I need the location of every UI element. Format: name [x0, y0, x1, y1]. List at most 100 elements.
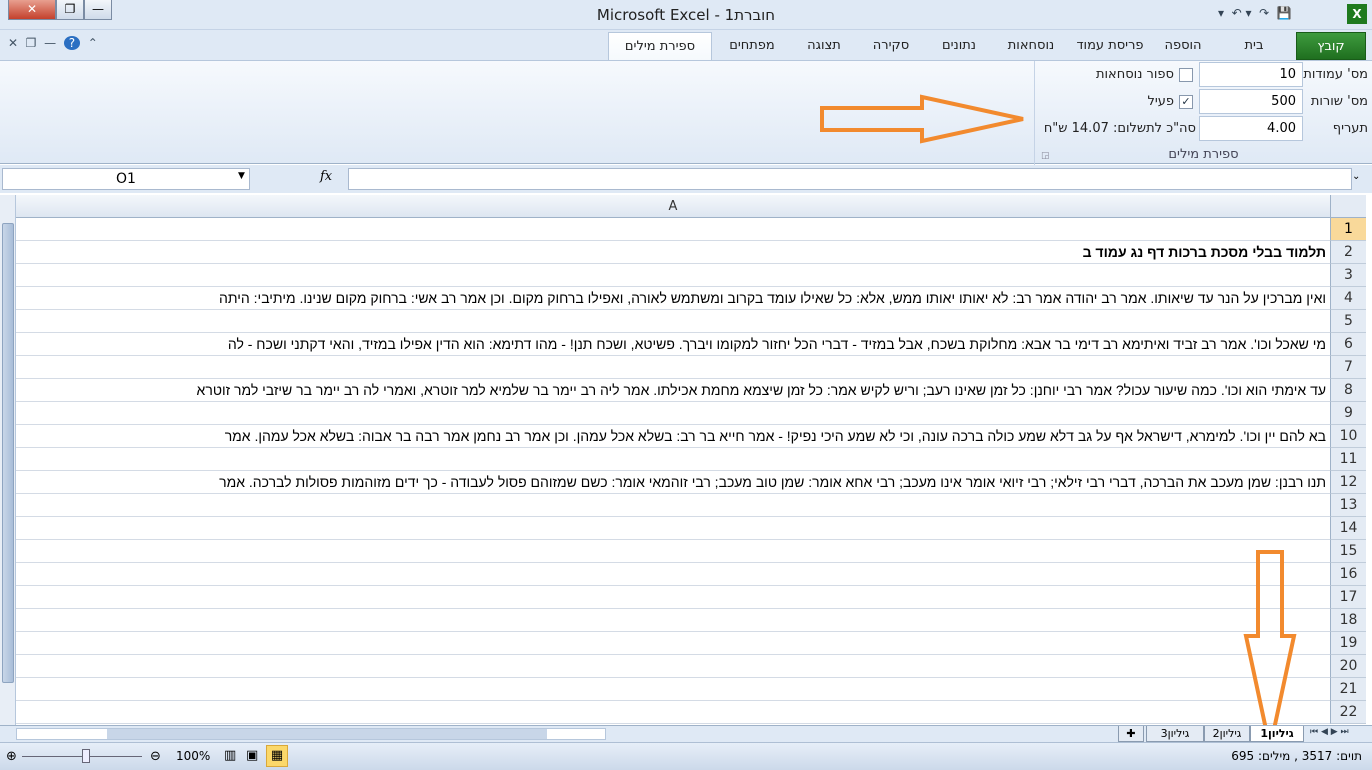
columns-input[interactable]: 10: [1199, 62, 1303, 87]
insert-function-icon[interactable]: fx: [320, 169, 332, 184]
row-header[interactable]: 14: [1330, 517, 1366, 540]
row-header[interactable]: 3: [1330, 264, 1366, 287]
dialog-launcher-icon[interactable]: ◲: [1041, 151, 1050, 161]
cell-a20[interactable]: [16, 655, 1330, 678]
scrollbar-thumb[interactable]: [2, 223, 14, 683]
sheet-tab-2[interactable]: גיליון2: [1204, 726, 1250, 742]
tab-data[interactable]: נתונים: [926, 32, 992, 60]
row-header[interactable]: 17: [1330, 586, 1366, 609]
zoom-out-button[interactable]: ⊖: [150, 749, 161, 764]
row-header[interactable]: 13: [1330, 494, 1366, 517]
horizontal-scrollbar[interactable]: [16, 728, 606, 740]
rows-input[interactable]: 500: [1199, 89, 1303, 114]
cell-a17[interactable]: [16, 586, 1330, 609]
tab-formulas[interactable]: נוסחאות: [994, 32, 1068, 60]
cell-a22[interactable]: [16, 701, 1330, 724]
select-all-corner[interactable]: [1330, 195, 1366, 218]
ribbon-window-controls[interactable]: ✕ ❐ — ? ⌃: [8, 36, 98, 50]
cell-a7[interactable]: [16, 356, 1330, 379]
zoom-level[interactable]: 100%: [176, 749, 210, 763]
row-header[interactable]: 11: [1330, 448, 1366, 471]
page-layout-view-icon[interactable]: ▣: [246, 748, 258, 763]
row-header[interactable]: 5: [1330, 310, 1366, 333]
rate-input[interactable]: 4.00: [1199, 116, 1303, 141]
cell-a21[interactable]: [16, 678, 1330, 701]
row-header[interactable]: 2: [1330, 241, 1366, 264]
expand-formula-icon[interactable]: ⌄: [1352, 171, 1360, 182]
tab-view[interactable]: תצוגה: [792, 32, 856, 60]
cell-a19[interactable]: [16, 632, 1330, 655]
row-header[interactable]: 19: [1330, 632, 1366, 655]
tab-word-count[interactable]: ספירת מילים: [608, 32, 712, 60]
title-bar: ✕ ❐ — Microsoft Excel - חוברת1 ▾ ↶ ▾ ↷ 💾…: [0, 0, 1372, 30]
normal-view-icon[interactable]: ▦: [266, 745, 288, 767]
formula-input[interactable]: [348, 168, 1352, 190]
formula-count-checkbox[interactable]: [1179, 68, 1193, 82]
table-row: 16: [16, 563, 1366, 586]
tab-home[interactable]: בית: [1224, 32, 1284, 60]
cell-a15[interactable]: [16, 540, 1330, 563]
cell-a10[interactable]: בא להם יין וכו'. למימרא, דישראל אף על גב…: [16, 425, 1330, 448]
name-box-dropdown-icon[interactable]: ▼: [238, 171, 245, 181]
vertical-scrollbar[interactable]: [0, 195, 16, 725]
table-row: 18: [16, 609, 1366, 632]
cell-a13[interactable]: [16, 494, 1330, 517]
row-header[interactable]: 10: [1330, 425, 1366, 448]
cell-a4[interactable]: ואין מברכין על הנר עד שיאותו. אמר רב יהו…: [16, 287, 1330, 310]
cell-a3[interactable]: [16, 264, 1330, 287]
table-row: 11: [16, 448, 1366, 471]
cell-a2[interactable]: תלמוד בבלי מסכת ברכות דף נג עמוד ב: [16, 241, 1330, 264]
tab-page-layout[interactable]: פריסת עמוד: [1070, 32, 1150, 60]
table-row: ואין מברכין על הנר עד שיאותו. אמר רב יהו…: [16, 287, 1366, 310]
zoom-slider-handle[interactable]: [82, 749, 90, 763]
formula-bar: O1 ▼ fx ⌄: [0, 165, 1372, 193]
row-header[interactable]: 18: [1330, 609, 1366, 632]
cell-a6[interactable]: מי שאכל וכו'. אמר רב זביד ואיתימא רב דימ…: [16, 333, 1330, 356]
page-break-view-icon[interactable]: ▥: [224, 748, 236, 763]
cell-a9[interactable]: [16, 402, 1330, 425]
row-header[interactable]: 9: [1330, 402, 1366, 425]
name-box[interactable]: O1: [2, 168, 250, 190]
table-row: 7: [16, 356, 1366, 379]
table-row: בא להם יין וכו'. למימרא, דישראל אף על גב…: [16, 425, 1366, 448]
tab-file[interactable]: קובץ: [1296, 32, 1366, 60]
row-header[interactable]: 20: [1330, 655, 1366, 678]
row-header[interactable]: 8: [1330, 379, 1366, 402]
table-row: 20: [16, 655, 1366, 678]
row-header[interactable]: 1: [1330, 218, 1366, 241]
cell-a18[interactable]: [16, 609, 1330, 632]
zoom-in-button[interactable]: ⊕: [6, 749, 17, 764]
tab-review[interactable]: סקירה: [858, 32, 924, 60]
active-checkbox[interactable]: ✓: [1179, 95, 1193, 109]
row-header[interactable]: 15: [1330, 540, 1366, 563]
table-row: 19: [16, 632, 1366, 655]
table-row: 3: [16, 264, 1366, 287]
row-header[interactable]: 16: [1330, 563, 1366, 586]
horizontal-scrollbar-thumb[interactable]: [107, 729, 547, 739]
ribbon: מס' עמודות 10 מס' שורות 500 תעריף 4.00 ס…: [0, 60, 1372, 165]
cell-a8[interactable]: עד אימתי הוא וכו'. כמה שיעור עכול? אמר ר…: [16, 379, 1330, 402]
row-header[interactable]: 22: [1330, 701, 1366, 724]
cell-a16[interactable]: [16, 563, 1330, 586]
cell-a12[interactable]: תנו רבנן: שמן מעכב את הברכה, דברי רבי זי…: [16, 471, 1330, 494]
row-header[interactable]: 12: [1330, 471, 1366, 494]
sheet-tab-3[interactable]: גיליון3: [1146, 726, 1204, 742]
table-row: 13: [16, 494, 1366, 517]
cell-a14[interactable]: [16, 517, 1330, 540]
tab-insert[interactable]: הוספה: [1150, 32, 1216, 60]
sheet-tab-1[interactable]: גיליון1: [1250, 726, 1304, 742]
column-header-a[interactable]: A: [16, 195, 1330, 218]
status-bar: ⊕ ⊖ 100% ▥ ▣ ▦ תוים: 3517 , מילים: 695: [0, 742, 1372, 770]
row-header[interactable]: 7: [1330, 356, 1366, 379]
table-row: מי שאכל וכו'. אמר רב זביד ואיתימא רב דימ…: [16, 333, 1366, 356]
row-header[interactable]: 4: [1330, 287, 1366, 310]
insert-sheet-button[interactable]: ✚: [1118, 726, 1144, 742]
cell-a1[interactable]: [16, 218, 1330, 241]
tab-developer[interactable]: מפתחים: [714, 32, 790, 60]
row-header[interactable]: 6: [1330, 333, 1366, 356]
row-header[interactable]: 21: [1330, 678, 1366, 701]
quick-access-toolbar[interactable]: ▾ ↶ ▾ ↷ 💾: [1218, 6, 1292, 20]
cell-a11[interactable]: [16, 448, 1330, 471]
cell-a5[interactable]: [16, 310, 1330, 333]
sheet-nav-buttons[interactable]: ⏮ ◀ ▶ ⏭: [1310, 727, 1349, 737]
